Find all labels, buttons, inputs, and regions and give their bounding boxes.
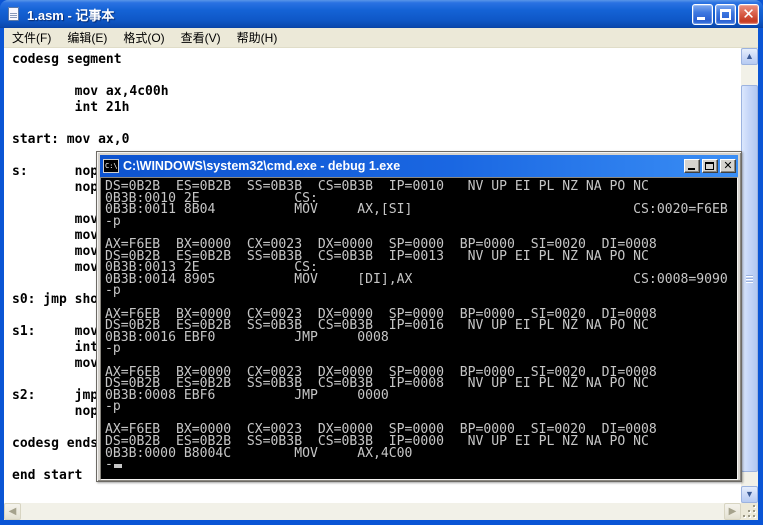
minimize-icon <box>688 168 695 170</box>
horizontal-scrollbar[interactable]: ◀ ▶ <box>4 503 741 520</box>
cmd-maximize-button[interactable] <box>702 159 718 173</box>
close-icon: ✕ <box>742 5 755 23</box>
menu-view[interactable]: 查看(V) <box>173 27 229 48</box>
chevron-down-icon: ▼ <box>745 489 754 499</box>
notepad-titlebar[interactable]: 1.asm - 记事本 ✕ <box>0 0 763 28</box>
text-cursor <box>113 464 122 469</box>
prompt-dash: - <box>105 457 113 473</box>
notepad-icon <box>6 6 22 22</box>
scroll-left-button[interactable]: ◀ <box>4 503 21 520</box>
cmd-titlebar[interactable]: C:\ C:\WINDOWS\system32\cmd.exe - debug … <box>100 155 738 177</box>
close-button[interactable]: ✕ <box>738 3 759 25</box>
cmd-window-title: C:\WINDOWS\system32\cmd.exe - debug 1.ex… <box>123 159 401 173</box>
cmd-minimize-button[interactable] <box>684 159 700 173</box>
vertical-scrollbar[interactable]: ▲ ▼ <box>741 48 758 503</box>
resize-grip[interactable] <box>741 503 758 520</box>
scroll-down-button[interactable]: ▼ <box>741 486 758 503</box>
maximize-icon <box>720 8 731 20</box>
chevron-left-icon: ◀ <box>8 506 17 517</box>
minimize-button[interactable] <box>692 3 713 25</box>
scroll-up-button[interactable]: ▲ <box>741 48 758 65</box>
notepad-menubar: 文件(F) 编辑(E) 格式(O) 查看(V) 帮助(H) <box>4 28 758 48</box>
cmd-window: C:\ C:\WINDOWS\system32\cmd.exe - debug … <box>96 151 742 482</box>
cmd-icon: C:\ <box>103 159 119 173</box>
console-output[interactable]: DS=0B2B ES=0B2B SS=0B3B CS=0B3B IP=0010 … <box>100 177 738 480</box>
chevron-right-icon: ▶ <box>728 506 737 517</box>
notepad-window-title: 1.asm - 记事本 <box>27 7 115 23</box>
close-icon: ✕ <box>723 160 733 172</box>
desktop-screen: 1.asm - 记事本 ✕ 文件(F) 编辑(E) 格式(O) 查看(V) 帮助… <box>0 0 763 525</box>
cmd-close-button[interactable]: ✕ <box>720 159 736 173</box>
maximize-icon <box>705 162 714 170</box>
vertical-scrollbar-thumb[interactable] <box>741 85 758 472</box>
chevron-up-icon: ▲ <box>745 51 754 61</box>
maximize-button[interactable] <box>715 3 736 25</box>
menu-help[interactable]: 帮助(H) <box>229 27 286 48</box>
menu-edit[interactable]: 编辑(E) <box>59 27 115 48</box>
minimize-icon <box>697 16 705 20</box>
menu-format[interactable]: 格式(O) <box>115 27 172 48</box>
scroll-right-button[interactable]: ▶ <box>724 503 741 520</box>
menu-file[interactable]: 文件(F) <box>4 27 59 48</box>
debug-prompt-line: - <box>101 457 737 473</box>
debug-output-text: DS=0B2B ES=0B2B SS=0B3B CS=0B3B IP=0010 … <box>105 179 728 461</box>
